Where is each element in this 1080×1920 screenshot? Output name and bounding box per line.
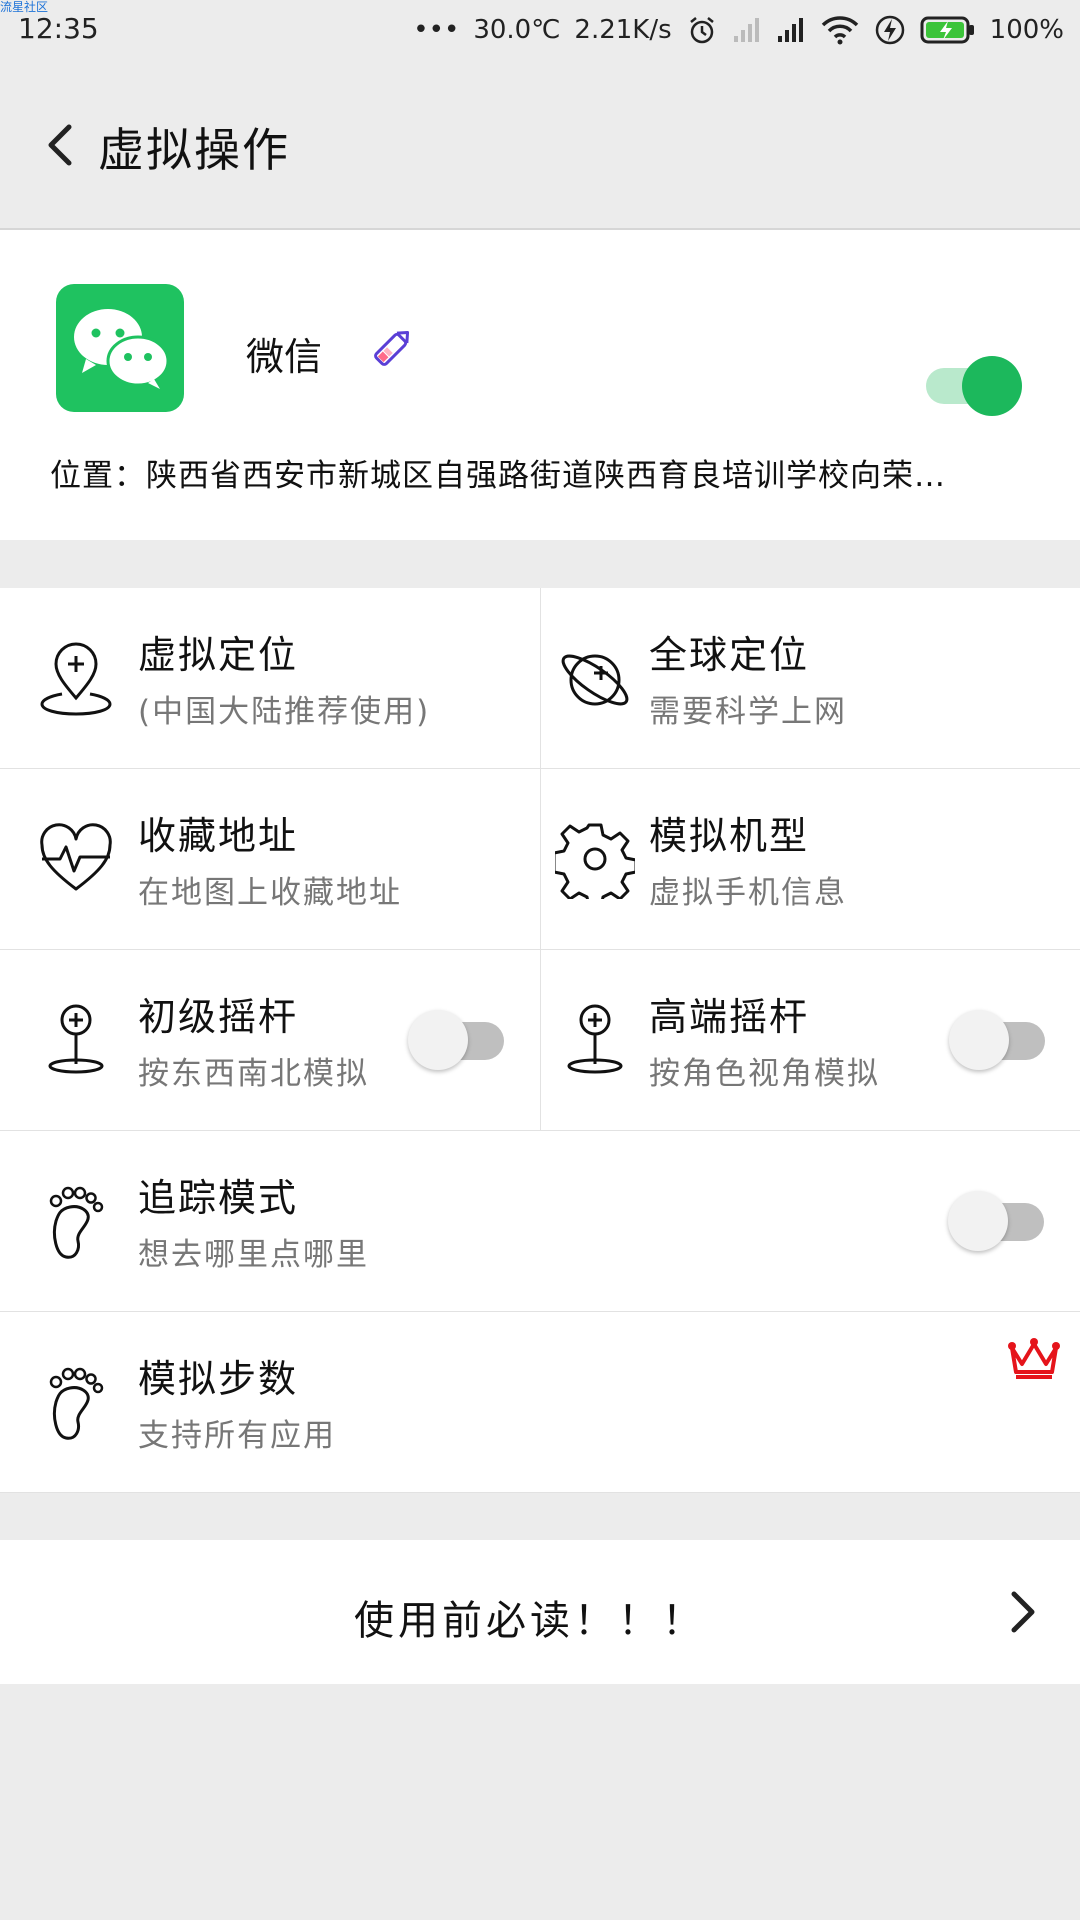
temperature-readout: 30.0℃: [473, 15, 561, 45]
toggle-knob: [948, 1191, 1008, 1251]
network-speed: 2.21K/s: [574, 15, 672, 45]
feature-subtitle: 按东西南北模拟: [138, 1056, 369, 1092]
planet-icon: [561, 654, 629, 706]
feature-basic-joystick[interactable]: 初级摇杆 按东西南北模拟: [0, 950, 540, 1130]
feature-virtual-location[interactable]: 虚拟定位 (中国大陆推荐使用): [0, 588, 540, 768]
feature-advanced-joystick[interactable]: 高端摇杆 按角色视角模拟: [540, 950, 1080, 1130]
status-icons: ••• 30.0℃ 2.21K/s 100%: [413, 10, 1064, 50]
charging-icon: [874, 14, 906, 46]
feature-subtitle: 支持所有应用: [138, 1418, 336, 1454]
feature-subtitle: 想去哪里点哪里: [138, 1237, 369, 1273]
basic-joystick-toggle[interactable]: [408, 1008, 508, 1072]
feature-title: 初级摇杆: [138, 995, 299, 1039]
app-card: 微信 位置：陕西省西安市新城区自强路街道陕西育良培训学校向荣…: [0, 230, 1080, 540]
tracking-mode-toggle[interactable]: [948, 1189, 1048, 1253]
signal-icon: [776, 16, 806, 44]
battery-percent: 100%: [989, 15, 1064, 45]
crown-icon: [1008, 1338, 1060, 1379]
toggle-knob: [962, 356, 1022, 416]
wifi-icon: [820, 15, 860, 45]
location-text: 位置：陕西省西安市新城区自强路街道陕西育良培训学校向荣…: [50, 458, 946, 494]
more-dots: •••: [413, 15, 460, 45]
chevron-left-icon: [48, 124, 72, 166]
app-header: 虚拟操作: [0, 60, 1080, 230]
feature-simulate-steps[interactable]: 模拟步数 支持所有应用: [0, 1312, 1080, 1492]
battery-icon: [920, 15, 976, 45]
status-time: 12:35: [18, 12, 99, 45]
read-before-use-row[interactable]: 使用前必读！！！: [0, 1540, 1080, 1684]
feature-title: 模拟机型: [649, 814, 810, 858]
wechat-icon: [56, 284, 184, 412]
feature-subtitle: 按角色视角模拟: [649, 1056, 880, 1092]
footprint-icon: [49, 1367, 104, 1440]
app-name: 微信: [246, 335, 323, 379]
feature-row: 追踪模式 想去哪里点哪里: [0, 1131, 1080, 1312]
footprint-icon: [49, 1186, 104, 1259]
feature-row: 模拟步数 支持所有应用: [0, 1312, 1080, 1493]
app-enable-toggle[interactable]: [926, 354, 1026, 416]
feature-title: 虚拟定位: [138, 633, 299, 677]
toggle-knob: [949, 1010, 1009, 1070]
chevron-right-icon: [1011, 1591, 1035, 1633]
pencil-icon[interactable]: [366, 322, 418, 374]
feature-row: 初级摇杆 按东西南北模拟 高端摇杆 按角色视角模拟: [0, 950, 1080, 1131]
joystick-icon: [567, 1004, 623, 1074]
signal-icon: [732, 16, 762, 44]
location-pin-plus-icon: [40, 642, 112, 716]
heart-pulse-icon: [40, 823, 112, 891]
feature-simulate-device[interactable]: 模拟机型 虚拟手机信息: [540, 769, 1080, 949]
feature-title: 全球定位: [649, 633, 810, 677]
status-bar: 流星社区 12:35 ••• 30.0℃ 2.21K/s 100%: [0, 0, 1080, 60]
feature-title: 模拟步数: [138, 1357, 299, 1401]
feature-title: 追踪模式: [138, 1176, 299, 1220]
feature-row: 收藏地址 在地图上收藏地址 模拟机型 虚拟手机信息: [0, 769, 1080, 950]
feature-tracking-mode[interactable]: 追踪模式 想去哪里点哪里: [0, 1131, 1080, 1311]
toggle-knob: [408, 1010, 468, 1070]
advanced-joystick-toggle[interactable]: [949, 1008, 1049, 1072]
feature-row: 虚拟定位 (中国大陆推荐使用) 全球定位 需要科学上网: [0, 588, 1080, 769]
page-title: 虚拟操作: [98, 123, 290, 177]
feature-title: 收藏地址: [138, 814, 299, 858]
feature-subtitle: 虚拟手机信息: [649, 875, 847, 911]
feature-subtitle: 在地图上收藏地址: [138, 875, 402, 911]
feature-subtitle: (中国大陆推荐使用): [138, 694, 431, 730]
alarm-icon: [686, 14, 718, 46]
joystick-icon: [48, 1004, 104, 1074]
gear-icon: [555, 823, 635, 899]
feature-saved-addresses[interactable]: 收藏地址 在地图上收藏地址: [0, 769, 540, 949]
feature-subtitle: 需要科学上网: [649, 694, 847, 730]
feature-grid: 虚拟定位 (中国大陆推荐使用) 全球定位 需要科学上网 收藏地址 在地图上收藏地…: [0, 588, 1080, 1493]
notice-label: 使用前必读！！！: [354, 1598, 706, 1644]
back-button[interactable]: [36, 118, 84, 172]
feature-title: 高端摇杆: [649, 995, 810, 1039]
feature-global-location[interactable]: 全球定位 需要科学上网: [540, 588, 1080, 768]
